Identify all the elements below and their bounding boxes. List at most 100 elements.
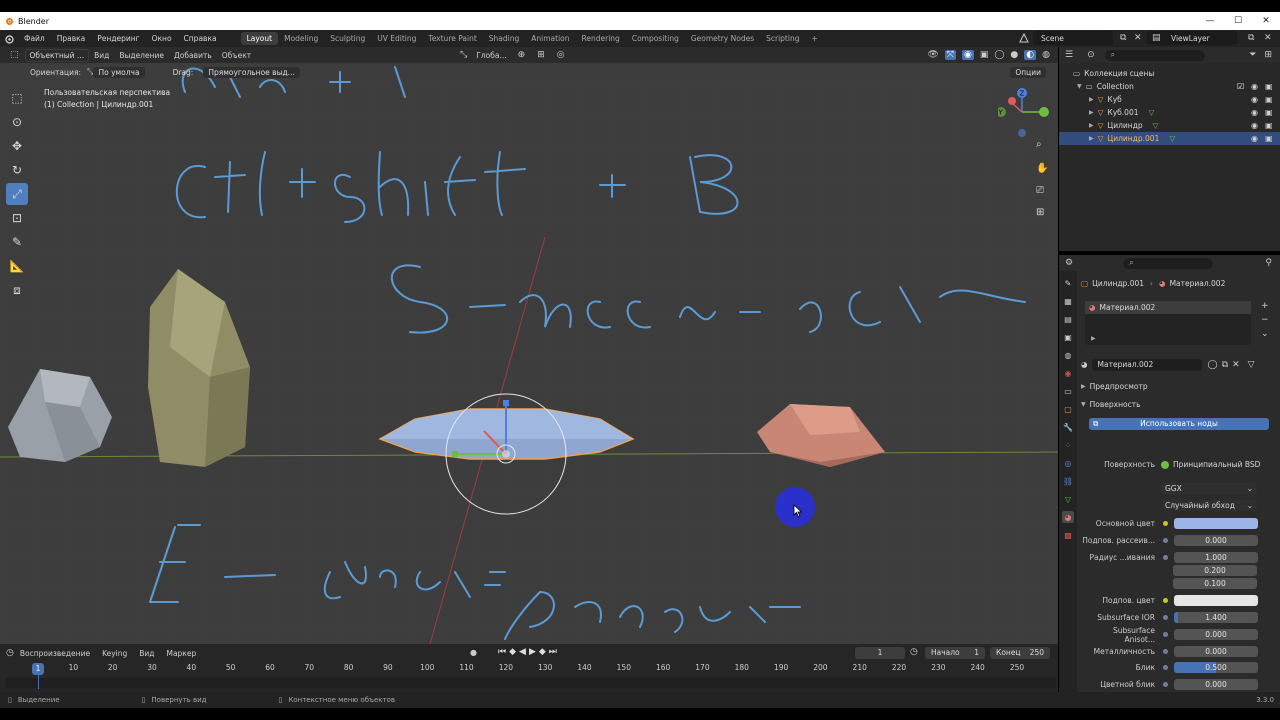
current-frame-field[interactable]: 1 bbox=[855, 647, 905, 659]
marker-menu[interactable]: Маркер bbox=[160, 649, 202, 658]
fake-user-icon[interactable]: ◯ bbox=[1208, 360, 1218, 370]
visibility-eye-icon[interactable]: ◉ bbox=[1251, 108, 1258, 117]
measure-tool-icon[interactable]: 📐 bbox=[6, 255, 28, 277]
material-slot[interactable]: ◕ Материал.002 bbox=[1085, 301, 1251, 314]
render-tab-icon[interactable]: ▦ bbox=[1062, 295, 1074, 307]
subsurface-method-dropdown[interactable]: Случайный обход ⌄ bbox=[1161, 500, 1257, 511]
slot-expand-icon[interactable]: ▶ bbox=[1091, 335, 1096, 342]
value-slider[interactable]: 0.000 bbox=[1174, 629, 1258, 640]
end-frame-field[interactable]: Конец 250 bbox=[990, 647, 1050, 659]
scene-icon[interactable] bbox=[1018, 32, 1030, 46]
menu-object[interactable]: Объект bbox=[217, 51, 256, 60]
options-dropdown[interactable]: Опции bbox=[1010, 66, 1046, 78]
drag-dropdown[interactable]: Прямоугольное выд... bbox=[203, 66, 300, 78]
xray-icon[interactable]: ▣ bbox=[980, 50, 989, 60]
scene-selector[interactable]: Scene bbox=[1033, 31, 1113, 45]
visibility-eye-icon[interactable]: ◉ bbox=[1251, 95, 1258, 104]
world-tab-icon[interactable]: ◉ bbox=[1062, 367, 1074, 379]
timeline-view-menu[interactable]: Вид bbox=[133, 649, 160, 658]
visibility-eye-icon[interactable]: ◉ bbox=[1251, 134, 1258, 143]
tab-sculpting[interactable]: Sculpting bbox=[324, 32, 371, 45]
maximize-button[interactable]: ☐ bbox=[1224, 12, 1252, 30]
add-cube-tool-icon[interactable]: ⧈ bbox=[6, 279, 28, 301]
new-view-layer-icon[interactable]: ⧉ bbox=[1248, 33, 1254, 43]
expand-icon[interactable]: ▶ bbox=[1089, 122, 1094, 129]
tab-animation[interactable]: Animation bbox=[525, 32, 575, 45]
playback-controls[interactable]: ⏮◆◀▶◆⏭ bbox=[498, 647, 560, 657]
transform-orientation-dropdown[interactable]: Глоба... bbox=[471, 51, 511, 60]
panel-surface-header[interactable]: ▼ Поверхность bbox=[1081, 398, 1273, 411]
overlay-toggle-icon[interactable]: ◉ bbox=[961, 50, 974, 60]
menu-file[interactable]: Файл bbox=[18, 34, 51, 43]
distribution-dropdown[interactable]: GGX ⌄ bbox=[1161, 483, 1257, 494]
data-tab-icon[interactable]: ▽ bbox=[1062, 493, 1074, 505]
add-slot-icon[interactable]: + bbox=[1261, 301, 1269, 311]
outliner-editor-type-icon[interactable]: ☰ bbox=[1065, 50, 1073, 60]
render-camera-icon[interactable]: ▣ bbox=[1265, 82, 1273, 91]
outliner-scene-collection[interactable]: ▭ Коллекция сцены bbox=[1059, 67, 1280, 80]
playback-menu[interactable]: Воспроизведение bbox=[14, 649, 96, 658]
properties-search-input[interactable]: ⌕ bbox=[1123, 257, 1214, 269]
outliner-collection[interactable]: ▼ ▭ Collection ☑ ◉ ▣ bbox=[1059, 80, 1280, 93]
mode-dropdown[interactable]: Объектный ... bbox=[24, 48, 90, 62]
visibility-eye-icon[interactable]: ◉ bbox=[1251, 82, 1258, 91]
link-mode-icon[interactable]: ▽ bbox=[1248, 360, 1255, 370]
expand-icon[interactable]: ▶ bbox=[1089, 96, 1094, 103]
tab-modeling[interactable]: Modeling bbox=[278, 32, 324, 45]
particles-tab-icon[interactable]: ⁘ bbox=[1062, 439, 1074, 451]
output-tab-icon[interactable]: ▤ bbox=[1062, 313, 1074, 325]
timeline-ruler[interactable]: 1102030405060708090100110120130140150160… bbox=[0, 662, 1058, 676]
outliner-item[interactable]: ▶ ▽ Цилиндр ▽ ◉ ▣ bbox=[1059, 119, 1280, 132]
object-tab-icon[interactable]: ▢ bbox=[1062, 403, 1074, 415]
preview-range-icon[interactable]: ◷ bbox=[910, 647, 918, 657]
snap-icon[interactable]: ⊞ bbox=[531, 50, 551, 60]
tab-texture-paint[interactable]: Texture Paint bbox=[422, 32, 482, 45]
delete-view-layer-icon[interactable]: ✕ bbox=[1264, 33, 1272, 43]
value-slider[interactable]: 0.000 bbox=[1174, 535, 1258, 546]
add-workspace-button[interactable]: + bbox=[805, 32, 823, 45]
material-browse-icon[interactable]: ◕ bbox=[1081, 360, 1088, 369]
menu-help[interactable]: Справка bbox=[178, 34, 223, 43]
outliner-item-selected[interactable]: ▶ ▽ Цилиндр.001 ▽ ◉ ▣ bbox=[1059, 132, 1280, 145]
properties-editor-type-icon[interactable]: ⚙ bbox=[1065, 258, 1073, 268]
material-shading-icon[interactable]: ◐ bbox=[1024, 50, 1037, 60]
transform-orientation-icon[interactable]: ⤡ bbox=[456, 50, 471, 60]
filter-icon[interactable]: ⏷ bbox=[1249, 50, 1256, 60]
tab-uv-editing[interactable]: UV Editing bbox=[371, 32, 422, 45]
remove-slot-icon[interactable]: − bbox=[1261, 315, 1269, 325]
navigation-gizmo[interactable]: Z Y ⌕ ✋ ⎚ ⊞ bbox=[996, 81, 1058, 221]
value-slider[interactable]: 1.000 bbox=[1174, 552, 1258, 563]
expand-icon[interactable]: ▶ bbox=[1089, 109, 1094, 116]
record-button[interactable]: ● bbox=[470, 648, 477, 657]
modifier-tab-icon[interactable]: 🔧 bbox=[1062, 421, 1074, 433]
value-slider[interactable]: 0.000 bbox=[1174, 679, 1258, 690]
display-mode-icon[interactable]: ⊙ bbox=[1087, 50, 1095, 60]
menu-add[interactable]: Добавить bbox=[169, 51, 217, 60]
gizmo-toggle-icon[interactable]: ⤧ bbox=[944, 50, 956, 60]
move-tool-icon[interactable]: ✥ bbox=[6, 135, 28, 157]
outliner[interactable]: ☰ ⊙ ⌕ ⏷ ⊞ ▭ Коллекция сцены ▼ ▭ Collecti… bbox=[1059, 47, 1280, 251]
collection-checkbox-icon[interactable]: ☑ bbox=[1237, 82, 1244, 91]
physics-tab-icon[interactable]: ◎ bbox=[1062, 457, 1074, 469]
select-box-tool-icon[interactable]: ⬚ bbox=[6, 87, 28, 109]
value-slider[interactable]: 0.200 bbox=[1173, 565, 1257, 576]
timeline-track[interactable] bbox=[6, 678, 1056, 688]
minimize-button[interactable]: — bbox=[1196, 12, 1224, 30]
cursor-tool-icon[interactable]: ⊙ bbox=[6, 111, 28, 133]
menu-window[interactable]: Окно bbox=[146, 34, 178, 43]
use-nodes-button[interactable]: ⧉ Использовать ноды bbox=[1089, 418, 1269, 430]
render-camera-icon[interactable]: ▣ bbox=[1265, 134, 1273, 143]
view-layer-tab-icon[interactable]: ▣ bbox=[1062, 331, 1074, 343]
start-frame-field[interactable]: Начало 1 bbox=[925, 647, 985, 659]
render-camera-icon[interactable]: ▣ bbox=[1265, 95, 1273, 104]
value-slider[interactable]: 0.000 bbox=[1174, 646, 1258, 657]
value-slider[interactable]: 1.400 bbox=[1174, 612, 1258, 623]
rotate-tool-icon[interactable]: ↻ bbox=[6, 159, 28, 181]
tab-rendering[interactable]: Rendering bbox=[576, 32, 626, 45]
proportional-edit-icon[interactable]: ◎ bbox=[551, 50, 571, 60]
playhead-frame[interactable]: 1 bbox=[32, 663, 44, 675]
panel-preview-header[interactable]: ▶ Предпросмотр bbox=[1081, 380, 1273, 393]
annotate-tool-icon[interactable]: ✎ bbox=[6, 231, 28, 253]
expand-icon[interactable]: ▶ bbox=[1089, 135, 1094, 142]
tab-compositing[interactable]: Compositing bbox=[626, 32, 685, 45]
